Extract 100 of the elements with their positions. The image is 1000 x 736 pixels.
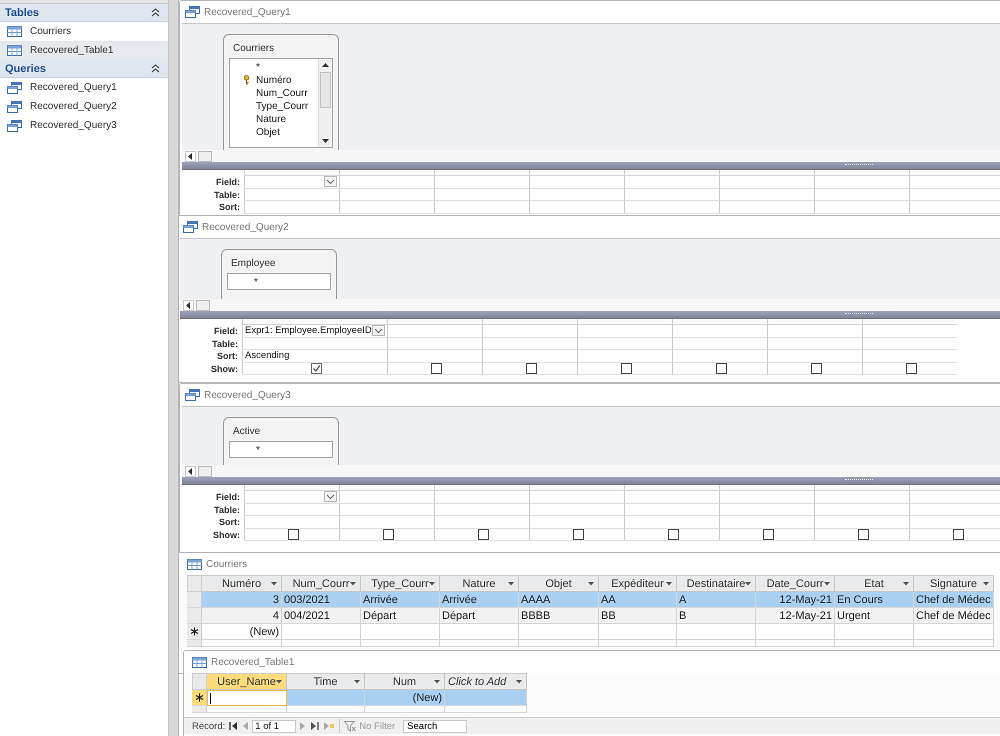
grid-cell[interactable] — [624, 528, 719, 541]
grid-cell[interactable] — [244, 176, 339, 188]
grid-cell[interactable] — [719, 201, 814, 214]
field-name[interactable]: * — [256, 62, 260, 73]
grid-cell[interactable] — [387, 362, 482, 375]
caret-icon[interactable] — [276, 680, 282, 684]
column-selector[interactable] — [529, 170, 624, 176]
last-record-icon[interactable] — [310, 722, 320, 730]
grid-cell[interactable] — [862, 350, 957, 362]
field-list[interactable]: Active * — [223, 417, 339, 465]
checkbox[interactable] — [762, 528, 774, 540]
grid-cell[interactable] — [719, 528, 814, 541]
grid-cell[interactable] — [672, 362, 767, 375]
grid-cell[interactable] — [909, 504, 1000, 516]
table-cell[interactable] — [914, 624, 994, 640]
column-selector[interactable] — [529, 485, 624, 491]
column-selector[interactable] — [434, 170, 529, 176]
grid-cell[interactable] — [244, 528, 339, 541]
record-selector[interactable] — [187, 624, 202, 640]
checkbox[interactable] — [382, 528, 394, 540]
column-selector[interactable] — [909, 485, 1000, 491]
table-row[interactable]: 3 003/2021 Arrivée Arrivée AAAA AA A 12-May-21 En Cours Chef de Médec — [187, 592, 1000, 608]
checkbox[interactable] — [620, 362, 632, 374]
nav-item[interactable]: Recovered_Query3 — [0, 116, 168, 135]
column-selector[interactable] — [672, 319, 767, 325]
grid-cell[interactable] — [719, 188, 814, 201]
grid-cell[interactable] — [434, 176, 529, 188]
column-header[interactable]: Date_Courr — [756, 575, 835, 592]
scroll-left-icon[interactable] — [185, 466, 196, 476]
nav-item[interactable]: Courriers — [0, 22, 168, 41]
table-cell[interactable] — [207, 690, 287, 706]
grid-cell[interactable] — [434, 504, 529, 516]
checkbox[interactable] — [952, 528, 964, 540]
grid-cell[interactable] — [767, 338, 862, 350]
column-selector[interactable] — [577, 319, 672, 325]
grid-cell[interactable] — [767, 362, 862, 375]
grid-cell[interactable] — [529, 188, 624, 201]
table-cell[interactable]: (New) — [365, 690, 445, 706]
scroll-left-icon[interactable] — [185, 150, 196, 162]
grid-cell[interactable] — [577, 350, 672, 362]
grid-cell[interactable] — [672, 338, 767, 350]
caret-icon[interactable] — [903, 582, 909, 586]
previous-record-icon[interactable] — [242, 722, 248, 730]
caret-icon[interactable] — [434, 680, 440, 684]
column-selector[interactable] — [434, 485, 529, 491]
grid-cell[interactable] — [719, 176, 814, 188]
grid-cell[interactable] — [577, 362, 672, 375]
column-header[interactable]: Expéditeur — [599, 575, 677, 592]
grid-cell[interactable] — [339, 516, 434, 528]
column-header[interactable]: Type_Courr — [361, 575, 440, 592]
dropdown-button[interactable] — [324, 176, 337, 188]
column-header[interactable]: Num — [365, 673, 445, 690]
caret-icon[interactable] — [588, 582, 594, 586]
grid-cell[interactable] — [529, 516, 624, 528]
caret-icon[interactable] — [516, 680, 522, 684]
grid-cell[interactable] — [909, 188, 1000, 201]
scroll-thumb[interactable] — [196, 300, 210, 310]
grid-cell[interactable] — [672, 350, 767, 362]
table-cell[interactable] — [361, 624, 440, 640]
checkbox[interactable] — [858, 528, 868, 540]
column-header[interactable]: Time — [287, 673, 365, 690]
grid-cell[interactable] — [767, 350, 862, 362]
grid-cell[interactable] — [719, 504, 814, 516]
grid-cell[interactable] — [577, 338, 672, 350]
grid-cell[interactable] — [387, 350, 482, 362]
new-record-row[interactable]: (New) — [187, 624, 1000, 640]
table-cell[interactable] — [677, 624, 756, 640]
grid-cell[interactable] — [339, 504, 434, 516]
column-selector[interactable] — [624, 170, 719, 176]
caret-icon[interactable] — [666, 582, 672, 586]
dropdown-button[interactable] — [324, 491, 337, 502]
grid-cell[interactable] — [434, 528, 529, 541]
grid-cell[interactable] — [529, 528, 624, 541]
column-selector[interactable] — [767, 319, 862, 325]
grid-cell[interactable] — [434, 188, 529, 201]
checkbox[interactable] — [572, 528, 584, 540]
grid-cell[interactable] — [387, 338, 482, 350]
grid-cell[interactable] — [482, 338, 577, 350]
field-name[interactable]: Num_Courr — [256, 88, 308, 99]
table-cell[interactable] — [287, 690, 365, 706]
grid-cell[interactable] — [244, 188, 339, 201]
collapse-icon[interactable] — [151, 64, 160, 73]
grid-cell[interactable] — [862, 338, 957, 350]
grid-cell[interactable] — [529, 504, 624, 516]
grid-cell[interactable] — [814, 201, 909, 214]
grid-cell[interactable] — [862, 325, 957, 338]
grid-cell[interactable] — [814, 188, 909, 201]
grid-cell[interactable] — [624, 176, 719, 188]
column-header[interactable]: Nature — [440, 575, 519, 592]
column-selector[interactable] — [719, 485, 814, 491]
grid-cell[interactable] — [482, 325, 577, 338]
table-cell[interactable] — [519, 624, 599, 640]
grid-cell[interactable] — [624, 201, 719, 214]
caret-icon[interactable] — [824, 582, 830, 586]
checkbox[interactable] — [430, 362, 442, 374]
column-header[interactable]: Signature — [914, 575, 994, 592]
select-all-corner[interactable] — [187, 575, 202, 592]
nav-item[interactable]: Recovered_Query2 — [0, 97, 168, 116]
grid-cell[interactable] — [482, 362, 577, 375]
field-list[interactable]: Employee * — [221, 249, 337, 299]
